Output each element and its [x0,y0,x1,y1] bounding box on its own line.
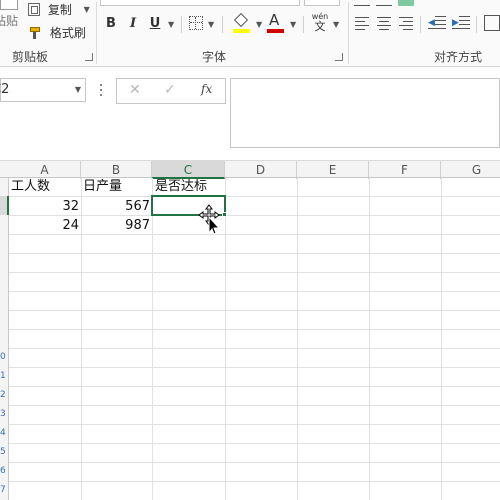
underline-button[interactable]: U [146,15,164,33]
ribbon: 粘贴 复制 ▼ 格式刷 剪贴板 B I U ▼ ▼ ▼ A ▼ wén 文 ▼ [0,0,500,67]
phonetic-dropdown-icon[interactable]: ▼ [333,20,339,29]
underline-dropdown-icon[interactable]: ▼ [168,20,174,29]
column-headers: A B C D E F G [0,160,500,179]
borders-dropdown-icon[interactable]: ▼ [208,20,214,29]
name-box-value: C2 [0,82,10,97]
cancel-icon[interactable]: ✕ [129,82,141,98]
font-size-box[interactable] [304,0,340,6]
name-box-dropdown-icon[interactable]: ▼ [75,79,81,101]
formula-input[interactable] [230,78,500,148]
align-right-icon[interactable] [399,17,413,30]
cell-c1[interactable]: 是否达标 [155,177,225,196]
cell-a3[interactable]: 24 [9,216,81,235]
sep [181,16,182,33]
phonetic-icon[interactable]: wén 文 [310,12,330,36]
bold-button[interactable]: B [102,15,120,33]
paste-button[interactable]: 粘贴 [0,0,18,44]
increase-indent-icon[interactable]: ▶ [452,16,470,30]
fill-color-icon[interactable] [233,12,251,34]
font-color-dropdown-icon[interactable]: ▼ [290,20,296,29]
copy-dropdown-icon[interactable]: ▼ [84,5,90,14]
column-header-f[interactable]: F [369,161,441,179]
cell-b1[interactable]: 日产量 [83,177,152,196]
insert-function-icon[interactable]: fx [201,82,212,96]
copy-button[interactable]: 复制 ▼ [28,1,90,17]
paste-icon [0,0,18,10]
font-color-icon[interactable]: A [267,12,285,34]
align-bottom-icon[interactable] [398,0,414,6]
format-painter-button[interactable]: 格式刷 [28,24,86,40]
align-left-icon[interactable] [355,17,369,30]
font-color-swatch [267,29,284,33]
decrease-indent-icon[interactable]: ◀ [428,16,446,30]
copy-icon [28,3,40,16]
clipboard-group-label: 剪贴板 [12,50,49,64]
formula-bar-splitter-icon[interactable] [100,84,103,97]
font-name-box[interactable] [100,0,300,6]
format-painter-label: 格式刷 [49,26,86,40]
column-header-e[interactable]: E [297,161,369,179]
move-cursor-icon [198,204,224,235]
row-header-label[interactable]: 1 [0,371,9,381]
group-divider [96,2,97,64]
italic-button[interactable]: I [124,15,142,33]
group-divider [348,2,349,64]
column-header-d[interactable]: D [225,161,297,179]
merge-center-icon[interactable] [484,15,500,31]
row-header-label[interactable]: 7 [0,485,9,495]
align-top-icon[interactable] [354,0,370,6]
cell-a2[interactable]: 32 [9,197,81,216]
formula-buttons: ✕ ✓ fx [116,78,226,104]
name-box[interactable]: C2 ▼ [0,78,86,102]
row-header-label[interactable]: 5 [0,447,9,457]
borders-icon[interactable] [189,16,203,30]
cell-b2[interactable]: 567 [81,197,152,216]
enter-icon[interactable]: ✓ [164,82,176,98]
column-header-g[interactable]: G [441,161,500,179]
row-header-label[interactable]: 4 [0,428,9,438]
row-headers: 0 1 2 3 4 5 6 7 [0,178,9,500]
row-header-label[interactable]: 3 [0,409,9,419]
alignment-group-label: 对齐方式 [434,50,483,64]
sep [476,16,477,33]
clipboard-launcher-icon[interactable] [85,53,93,61]
sep [222,16,223,33]
row-header-label[interactable]: 0 [0,352,9,362]
font-launcher-icon[interactable] [335,53,343,61]
font-group-label: 字体 [202,50,227,64]
row-header-label[interactable]: 6 [0,466,9,476]
sep [420,16,421,33]
align-middle-icon[interactable] [376,0,392,6]
sep [303,16,304,33]
row-header-label[interactable]: 2 [0,390,9,400]
paste-label: 粘贴 [0,14,19,28]
row-header-selected[interactable] [0,196,9,215]
fill-color-swatch [233,29,250,33]
copy-label: 复制 [47,3,72,17]
format-painter-icon [28,26,42,39]
cell-b3[interactable]: 987 [81,216,152,235]
align-center-icon[interactable] [377,17,391,30]
phonetic-char: 文 [314,20,326,33]
fill-color-dropdown-icon[interactable]: ▼ [256,20,262,29]
cell-a1[interactable]: 工人数 [11,177,81,196]
